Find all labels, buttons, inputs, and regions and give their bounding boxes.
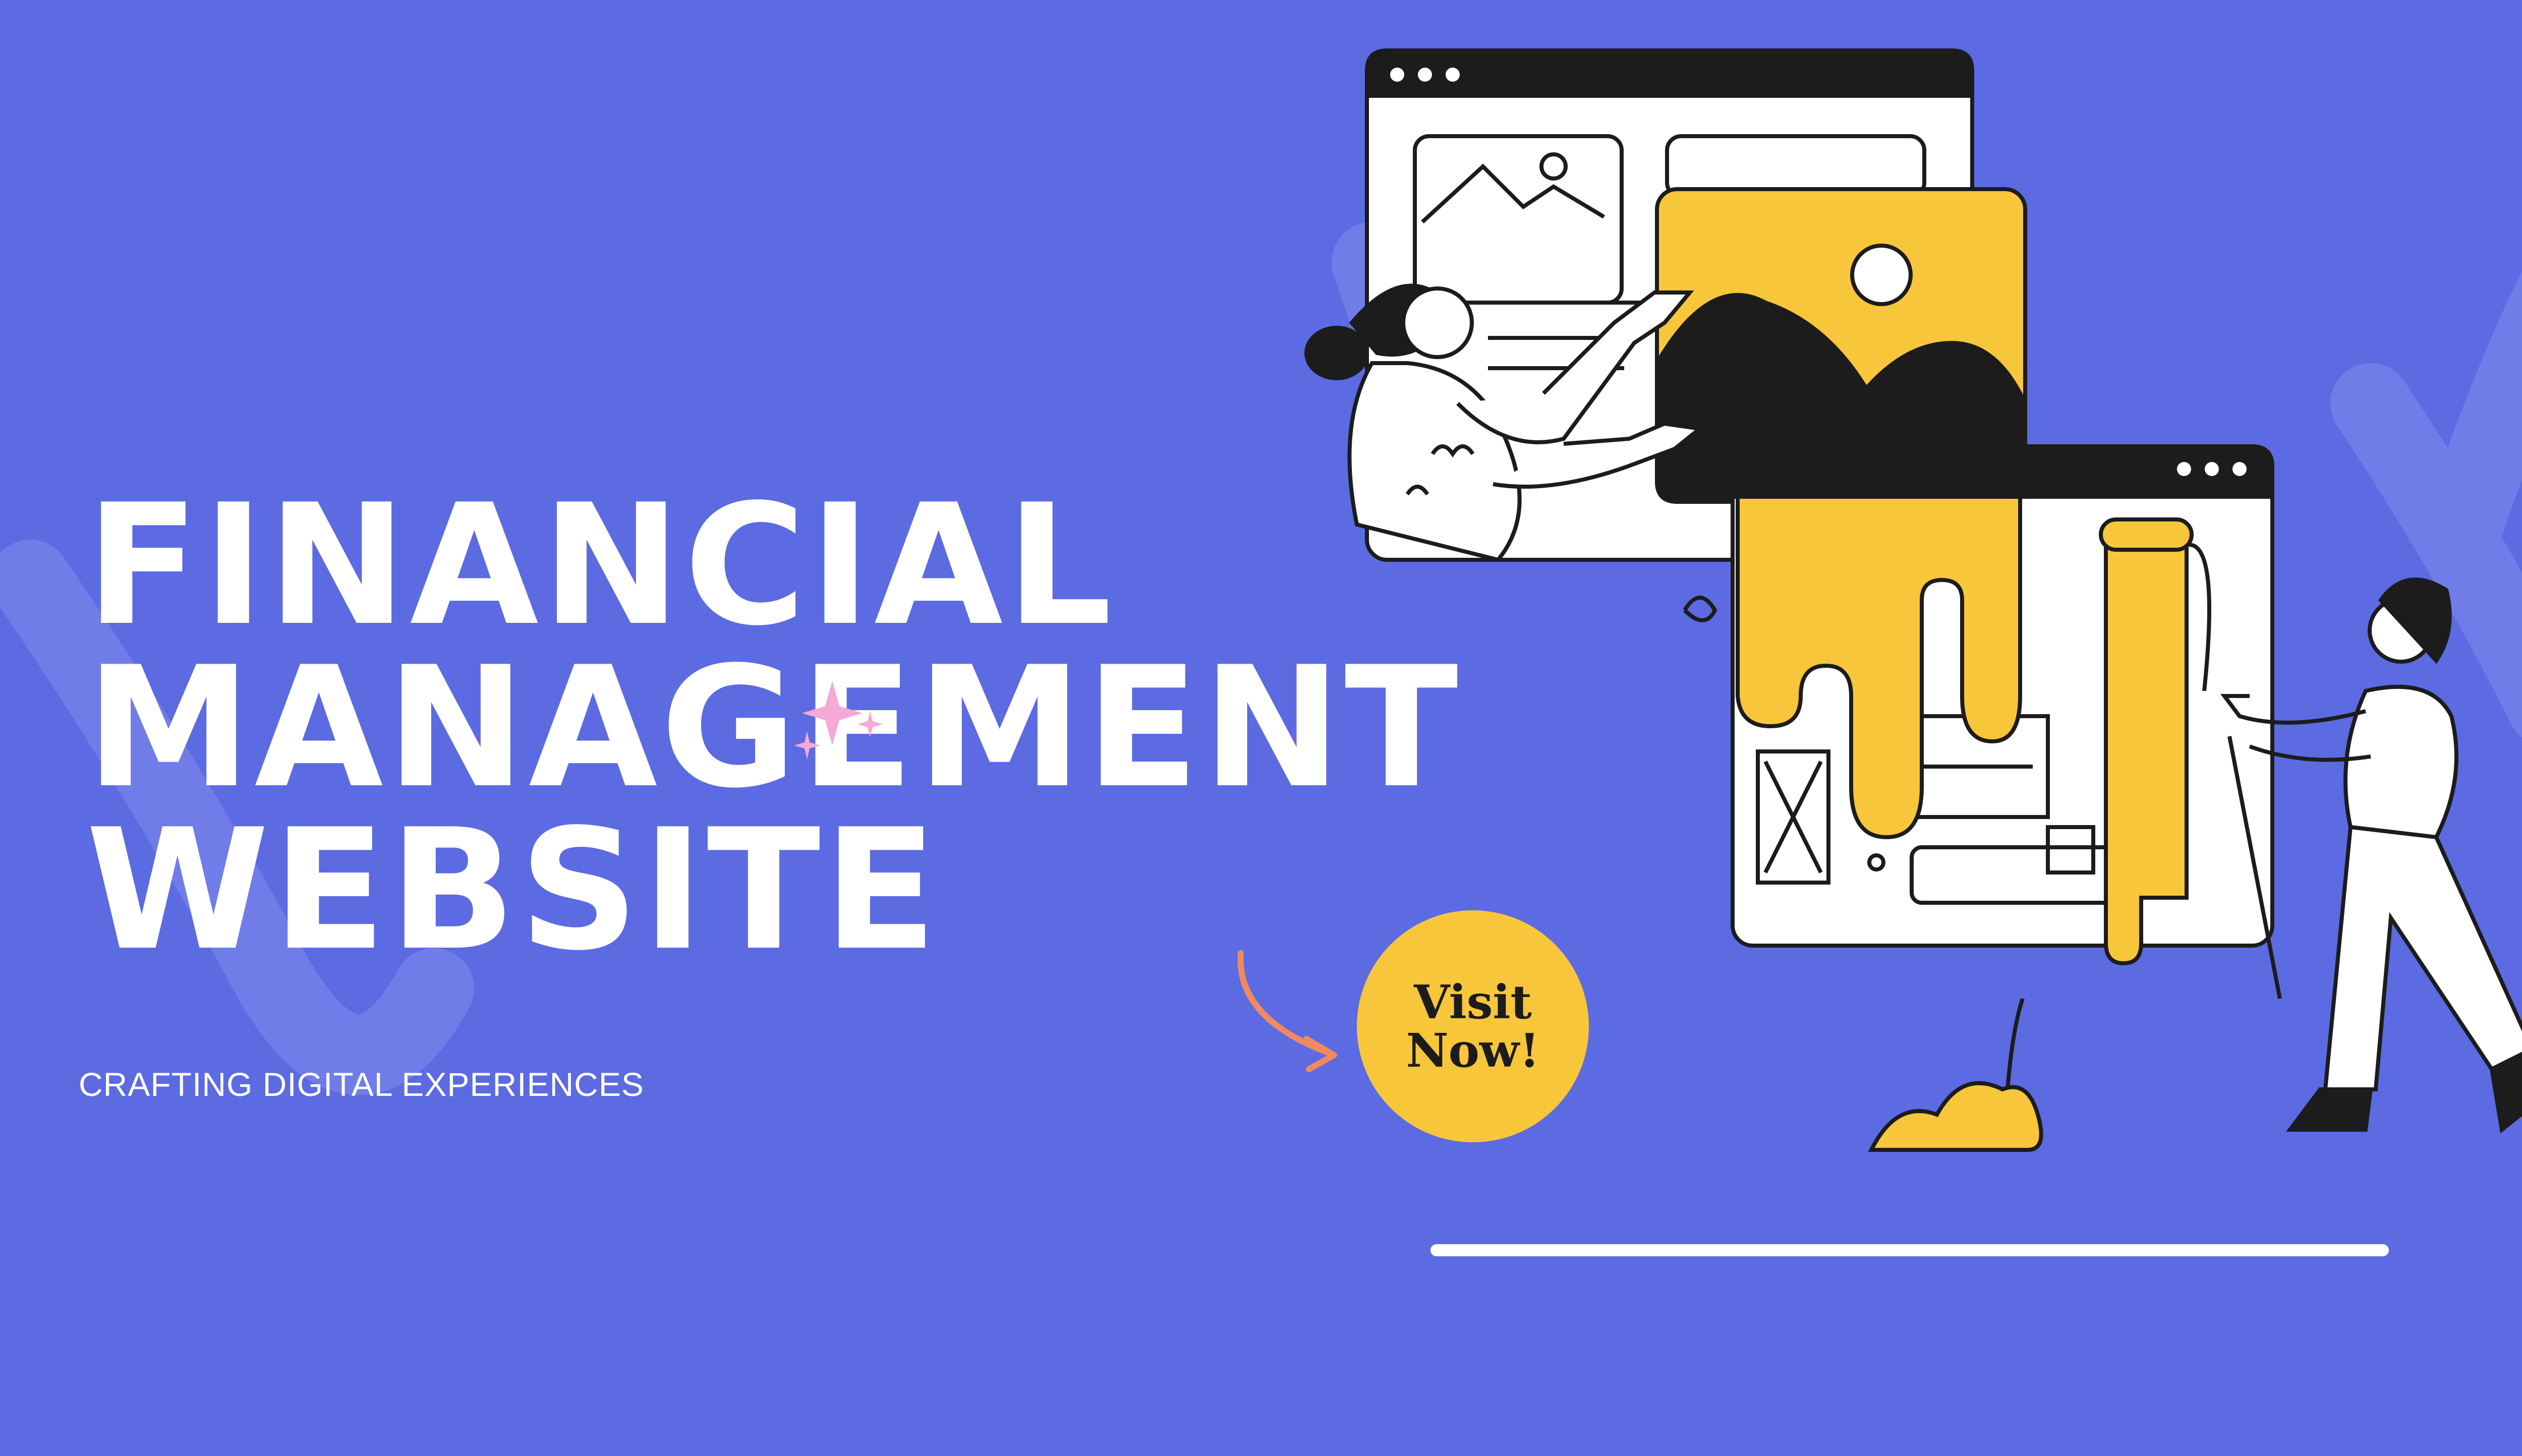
headline-line-1: FINANCIAL <box>86 469 1115 662</box>
tagline: CRAFTING DIGITAL EXPERIENCES <box>79 1066 644 1103</box>
sparkle-icon <box>794 681 883 760</box>
headline: FINANCIAL MANAGEMENT WEBSITE <box>86 469 1461 973</box>
headline-line-2: MANAGEMENT <box>86 631 1461 825</box>
divider-line <box>1430 1244 2389 1256</box>
web-design-illustration <box>1304 48 2522 1152</box>
